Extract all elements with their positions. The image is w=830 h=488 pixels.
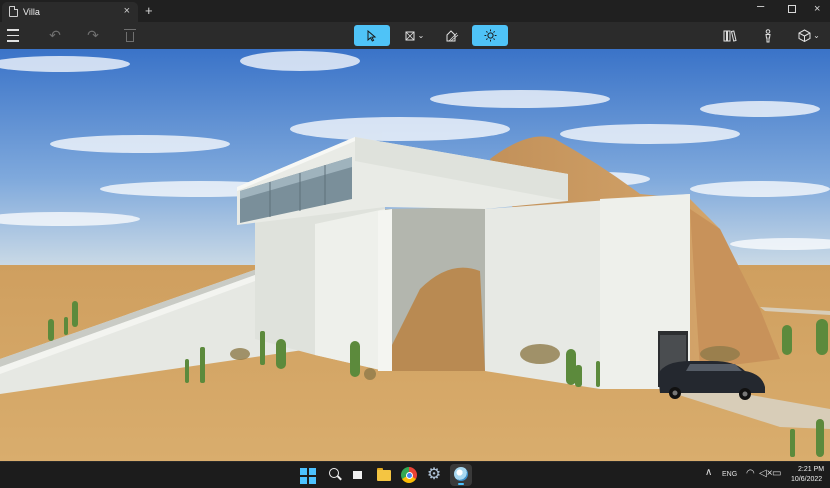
windows-start-icon[interactable] (300, 468, 316, 484)
person-icon (765, 28, 771, 42)
tab-title: Villa (23, 7, 40, 17)
clock-date[interactable]: 10/6/2022 (791, 476, 822, 483)
delete-icon[interactable] (123, 22, 137, 49)
toolbar: ↶ ↷ ⌄ ⌄ (0, 22, 830, 49)
cube-icon (798, 29, 811, 42)
maximize-button[interactable] (788, 5, 796, 13)
3d-viewport[interactable] (0, 49, 830, 461)
villa-3d-render (0, 49, 830, 461)
create-shape-icon (405, 31, 415, 40)
title-bar: Villa × + – × (0, 0, 830, 22)
create-objects-button[interactable]: ⌄ (396, 25, 432, 46)
plan-view-button[interactable] (434, 25, 470, 46)
books-icon (723, 30, 737, 42)
app-window: Villa × + – × ↶ ↷ ⌄ ⌄ ⚙ ∧ ENG ◠ ◁× ▭ 2:2… (0, 0, 830, 488)
minimize-button[interactable]: – (757, 0, 764, 13)
redo-icon[interactable]: ↷ (84, 22, 102, 49)
clock-time[interactable]: 2:21 PM (798, 466, 824, 473)
document-tab[interactable]: Villa × (2, 2, 138, 22)
close-tab-icon[interactable]: × (124, 5, 130, 17)
battery-icon[interactable]: ▭ (772, 468, 781, 479)
file-explorer-icon[interactable] (376, 467, 392, 483)
chevron-down-icon: ⌄ (417, 31, 425, 40)
search-icon[interactable] (327, 467, 343, 483)
3d-view-mode-button[interactable]: ⌄ (794, 22, 824, 49)
language-indicator[interactable]: ENG (722, 471, 737, 478)
sweet-home-3d-app-icon[interactable] (450, 464, 472, 486)
new-tab-button[interactable]: + (145, 3, 153, 18)
library-icon[interactable] (722, 22, 738, 49)
chevron-down-icon: ⌄ (813, 31, 820, 40)
tray-chevron-icon[interactable]: ∧ (705, 467, 712, 478)
house-plan-icon (446, 30, 459, 42)
lighting-sun-button[interactable] (472, 25, 508, 46)
person-figure-icon[interactable] (761, 22, 775, 49)
sun-icon (484, 29, 496, 42)
wifi-icon[interactable]: ◠ (746, 468, 755, 479)
hamburger-menu-icon[interactable] (5, 22, 21, 49)
undo-icon[interactable]: ↶ (46, 22, 64, 49)
volume-muted-icon[interactable]: ◁× (759, 468, 773, 479)
select-tool-button[interactable] (354, 25, 390, 46)
settings-gear-icon[interactable]: ⚙ (426, 467, 442, 483)
windows-taskbar: ⚙ ∧ ENG ◠ ◁× ▭ 2:21 PM 10/6/2022 (0, 461, 830, 488)
close-window-button[interactable]: × (814, 3, 820, 15)
cursor-arrow-icon (367, 29, 377, 42)
chrome-browser-icon[interactable] (401, 467, 417, 483)
task-view-icon[interactable] (352, 467, 368, 483)
document-icon (9, 6, 18, 17)
